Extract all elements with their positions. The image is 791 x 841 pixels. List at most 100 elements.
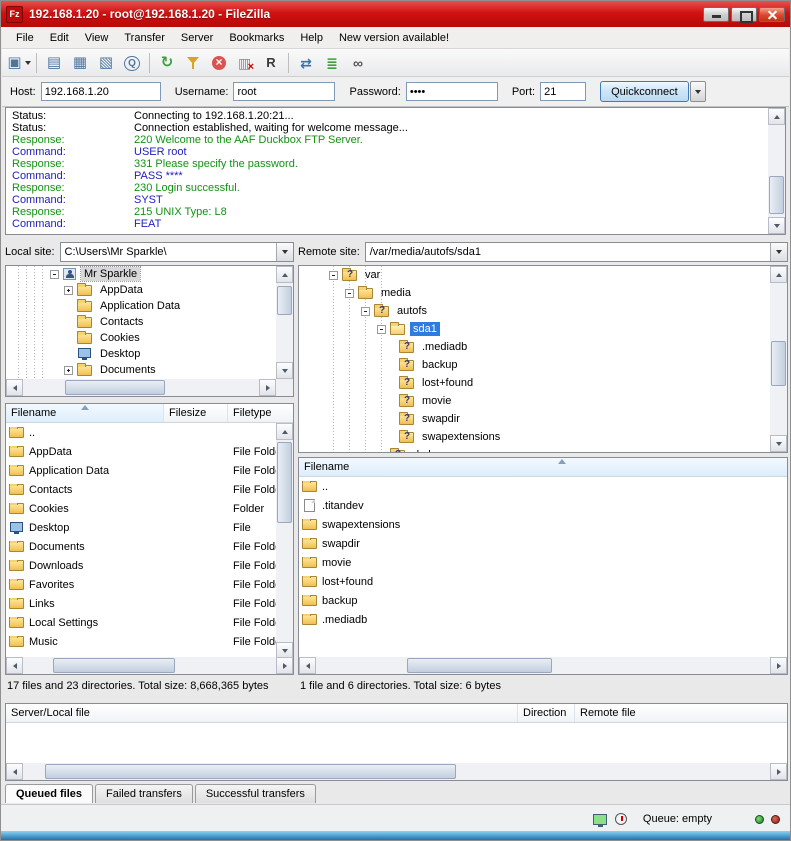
local-file-row[interactable]: .. [6,423,293,442]
local-tree-item[interactable]: Desktop [6,346,276,362]
close-button[interactable] [759,7,785,22]
quickconnect-dropdown-button[interactable] [690,81,706,102]
remote-list-hscrollbar[interactable] [299,657,787,674]
remote-tree-item[interactable]: dvd [299,446,770,452]
expand-icon[interactable] [64,286,73,295]
remote-file-row[interactable]: movie [299,553,787,572]
remote-tree-item[interactable]: lost+found [299,374,770,392]
local-tree-hscrollbar[interactable] [6,379,276,396]
collapse-icon[interactable] [50,270,59,279]
column-header-filename[interactable]: Filename [6,404,164,422]
scroll-left-button[interactable] [6,379,23,396]
find-files-button[interactable] [346,51,370,75]
remote-site-combo[interactable]: /var/media/autofs/sda1 [365,242,788,262]
scroll-down-button[interactable] [770,435,787,452]
local-tree-vscrollbar[interactable] [276,266,293,379]
local-site-dropdown-button[interactable] [276,243,293,261]
menu-file[interactable]: File [8,29,42,47]
directory-comparison-button[interactable] [294,51,318,75]
column-header-server-local-file[interactable]: Server/Local file [6,704,518,722]
menu-bookmarks[interactable]: Bookmarks [221,29,292,47]
maximize-button[interactable] [731,7,757,22]
port-input[interactable] [540,82,586,101]
scroll-down-button[interactable] [276,362,293,379]
monitor-icon[interactable] [593,814,607,825]
scrollbar-thumb[interactable] [45,764,456,779]
local-list-hscrollbar[interactable] [6,657,293,674]
remote-file-row[interactable]: .. [299,477,787,496]
local-list-vscrollbar[interactable] [276,423,293,659]
remote-tree-item[interactable]: media [299,284,770,302]
menu-edit[interactable]: Edit [42,29,77,47]
collapse-icon[interactable] [377,325,386,334]
remote-file-row[interactable]: swapextensions [299,515,787,534]
remote-tree-item[interactable]: swapdir [299,410,770,428]
local-tree-item[interactable]: Application Data [6,298,276,314]
collapse-icon[interactable] [361,307,370,316]
local-tree-item[interactable]: Cookies [6,330,276,346]
local-tree-item[interactable]: AppData [6,282,276,298]
scroll-right-button[interactable] [259,379,276,396]
toggle-remote-tree-button[interactable] [94,51,118,75]
synchronized-browsing-button[interactable] [320,51,344,75]
local-file-row[interactable]: DocumentsFile Folder [6,537,293,556]
column-header-remote-file[interactable]: Remote file [575,704,787,722]
menu-help[interactable]: Help [292,29,331,47]
local-site-combo[interactable]: C:\Users\Mr Sparkle\ [60,242,294,262]
scroll-left-button[interactable] [299,657,316,674]
local-file-row[interactable]: FavoritesFile Folder [6,575,293,594]
scroll-right-button[interactable] [276,657,293,674]
scrollbar-thumb[interactable] [65,380,164,395]
menu-transfer[interactable]: Transfer [116,29,173,47]
remote-file-row[interactable]: .mediadb [299,610,787,629]
refresh-button[interactable] [155,51,179,75]
scrollbar-thumb[interactable] [771,341,786,387]
remote-file-row[interactable]: lost+found [299,572,787,591]
local-file-row[interactable]: AppDataFile Folder [6,442,293,461]
scroll-up-button[interactable] [276,266,293,283]
host-input[interactable] [41,82,161,101]
column-header-filetype[interactable]: Filetype [228,404,293,422]
expand-icon[interactable] [64,366,73,375]
menu-server[interactable]: Server [173,29,221,47]
local-tree-item[interactable]: Documents [6,362,276,378]
remote-site-dropdown-button[interactable] [770,243,787,261]
cancel-button[interactable] [207,51,231,75]
scroll-up-button[interactable] [770,266,787,283]
minimize-button[interactable] [703,7,729,22]
column-header-filename[interactable]: Filename [299,458,788,476]
tab-failed-transfers[interactable]: Failed transfers [95,784,193,803]
remote-tree-item[interactable]: sda1 [299,320,770,338]
quickconnect-button[interactable]: Quickconnect [600,81,689,102]
remote-tree-item[interactable]: swapextensions [299,428,770,446]
menu-new-version[interactable]: New version available! [331,29,457,47]
remote-file-row[interactable]: swapdir [299,534,787,553]
collapse-icon[interactable] [329,271,338,280]
remote-tree-vscrollbar[interactable] [770,266,787,452]
scroll-up-button[interactable] [276,423,293,440]
remote-file-row[interactable]: .titandev [299,496,787,515]
local-file-row[interactable]: MusicFile Folder [6,632,293,651]
username-input[interactable] [233,82,335,101]
remote-tree-item[interactable]: backup [299,356,770,374]
local-file-row[interactable]: Local SettingsFile Folder [6,613,293,632]
local-file-row[interactable]: CookiesFolder [6,499,293,518]
scroll-left-button[interactable] [6,657,23,674]
menu-view[interactable]: View [77,29,117,47]
scrollbar-thumb[interactable] [53,658,174,673]
column-header-filesize[interactable]: Filesize [164,404,228,422]
local-file-row[interactable]: Application DataFile Folder [6,461,293,480]
local-file-row[interactable]: ContactsFile Folder [6,480,293,499]
local-tree-item[interactable]: Mr Sparkle [6,266,276,282]
column-header-direction[interactable]: Direction [518,704,575,722]
toggle-local-tree-button[interactable] [68,51,92,75]
speed-limits-icon[interactable] [615,813,627,825]
scrollbar-thumb[interactable] [769,176,784,215]
queue-hscrollbar[interactable] [6,763,787,780]
remote-tree-item[interactable]: autofs [299,302,770,320]
scrollbar-thumb[interactable] [407,658,552,673]
local-tree-item[interactable]: Contacts [6,314,276,330]
remote-file-row[interactable]: backup [299,591,787,610]
scrollbar-thumb[interactable] [277,286,292,314]
collapse-icon[interactable] [345,289,354,298]
